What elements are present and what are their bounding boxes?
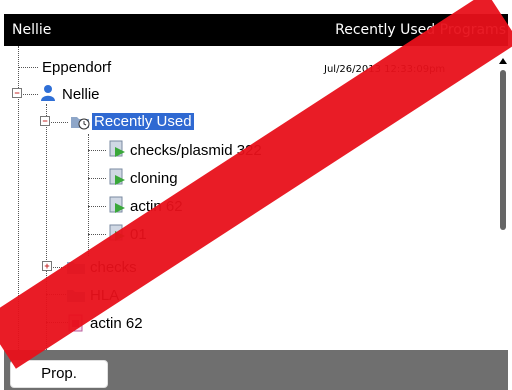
tree-line bbox=[18, 67, 38, 68]
document-icon bbox=[68, 314, 83, 332]
tree-line bbox=[88, 234, 106, 235]
program-tree[interactable]: Jul/26/2013 12:33:09pm Eppendorf − Nelli… bbox=[4, 46, 498, 362]
scroll-up-icon[interactable] bbox=[499, 58, 507, 64]
tree-item-program[interactable]: cloning bbox=[130, 170, 178, 187]
program-icon bbox=[109, 168, 125, 185]
properties-button[interactable]: Prop. bbox=[10, 360, 108, 388]
program-icon bbox=[109, 140, 125, 157]
tree-item-program[interactable]: 01 bbox=[130, 226, 147, 243]
collapse-icon[interactable]: − bbox=[12, 88, 22, 98]
timestamp-label: Jul/26/2013 12:33:09pm bbox=[324, 64, 446, 75]
recent-folder-icon bbox=[71, 117, 90, 130]
tree-line bbox=[46, 322, 68, 323]
collapse-icon[interactable]: − bbox=[40, 116, 50, 126]
program-icon bbox=[109, 196, 125, 213]
tree-line bbox=[46, 294, 68, 295]
vertical-scrollbar[interactable] bbox=[498, 46, 508, 362]
tree-item-hla[interactable]: HLA bbox=[90, 287, 119, 304]
expand-icon[interactable]: + bbox=[42, 261, 52, 271]
tree-item-program[interactable]: checks/plasmid 322 bbox=[130, 142, 262, 159]
tree-line bbox=[88, 206, 106, 207]
app-frame: Nellie Recently Used Programs Jul/26/201… bbox=[4, 14, 508, 390]
user-name-label: Nellie bbox=[12, 22, 52, 38]
bottom-toolbar: Prop. bbox=[4, 350, 508, 390]
tree-line bbox=[88, 134, 89, 256]
tree-line bbox=[46, 104, 47, 362]
tree-item-checks[interactable]: checks bbox=[90, 259, 137, 276]
tree-line bbox=[88, 178, 106, 179]
tree-item-recently-used[interactable]: Recently Used bbox=[92, 113, 194, 130]
folder-icon bbox=[67, 262, 85, 274]
folder-icon bbox=[67, 290, 85, 302]
view-title: Recently Used Programs bbox=[335, 22, 506, 38]
user-icon bbox=[41, 85, 55, 101]
tree-item-program[interactable]: actin 62 bbox=[130, 198, 183, 215]
title-bar: Nellie Recently Used Programs bbox=[4, 14, 508, 46]
tree-item-actin-62[interactable]: actin 62 bbox=[90, 315, 143, 332]
program-icon bbox=[109, 224, 125, 241]
tree-item-eppendorf[interactable]: Eppendorf bbox=[42, 59, 111, 76]
tree-item-nellie[interactable]: Nellie bbox=[62, 86, 100, 103]
tree-line bbox=[88, 150, 106, 151]
scroll-thumb[interactable] bbox=[500, 70, 506, 230]
